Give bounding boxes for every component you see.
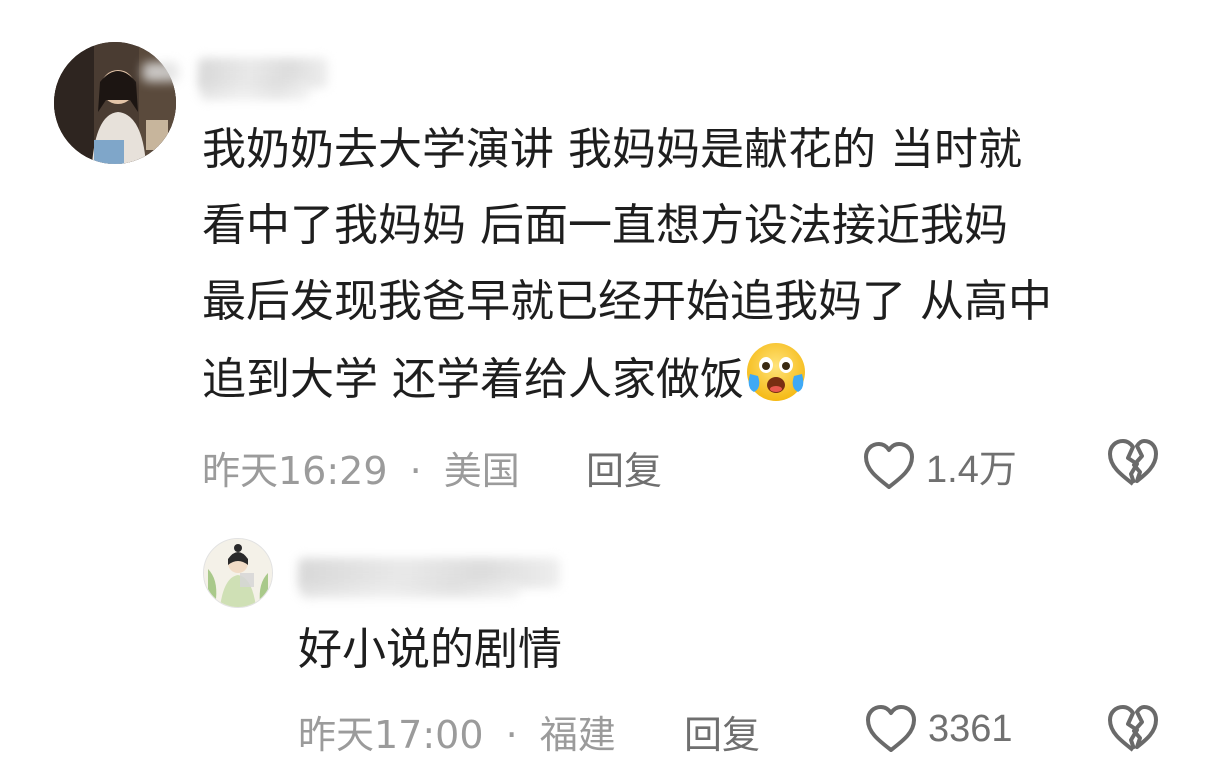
comment-text-line-1: 我奶奶去大学演讲 我妈妈是献花的 当时就 [202,124,1022,175]
comment-text-line-4-text: 追到大学 还学着给人家做饭 [202,354,744,405]
comment-text-line-3: 最后发现我爸早就已经开始追我妈了 从高中 [202,276,1052,327]
dislike-button[interactable] [1106,438,1160,492]
reply-button[interactable]: 回复 [684,704,760,759]
broken-heart-icon [1108,439,1158,486]
heart-icon [864,441,914,489]
username-badge-blurred [142,62,180,82]
comment-meta: 昨天16:29 · 美国 [202,440,520,495]
meta-separator: · [505,713,518,757]
comment-text-line-2: 看中了我妈妈 后面一直想方设法接近我妈 [202,200,1008,251]
reply-comment-item: 好小说的剧情 昨天17:00 · 福建 回复 3361 [0,500,1224,772]
username-blurred-second-line [200,78,310,100]
reply-button[interactable]: 回复 [586,440,662,495]
broken-heart-icon [1108,705,1158,752]
crying-laughing-emoji-icon [744,340,808,428]
comment-meta: 昨天17:00 · 福建 [298,704,616,759]
like-count: 3361 [928,707,1013,750]
avatar-illustration-icon [204,539,272,607]
like-button[interactable]: 1.4万 [862,438,1017,493]
heart-icon [866,705,916,752]
comment-text-line-4: 追到大学 还学着给人家做饭 [202,340,808,428]
dislike-button[interactable] [1106,704,1160,758]
like-count: 1.4万 [926,449,1017,491]
avatar[interactable] [203,538,273,608]
comment-item: 我奶奶去大学演讲 我妈妈是献花的 当时就 看中了我妈妈 后面一直想方设法接近我妈… [0,0,1224,500]
comment-time: 昨天17:00 [298,713,484,757]
avatar-photo-icon [54,42,176,164]
comment-time: 昨天16:29 [202,449,388,493]
username-blurred-second-line [300,580,520,598]
comment-location: 福建 [539,713,616,757]
reply-comment-text: 好小说的剧情 [298,624,562,675]
avatar[interactable] [54,42,176,164]
meta-separator: · [409,449,422,493]
like-button[interactable]: 3361 [864,704,1013,754]
comment-location: 美国 [443,449,520,493]
